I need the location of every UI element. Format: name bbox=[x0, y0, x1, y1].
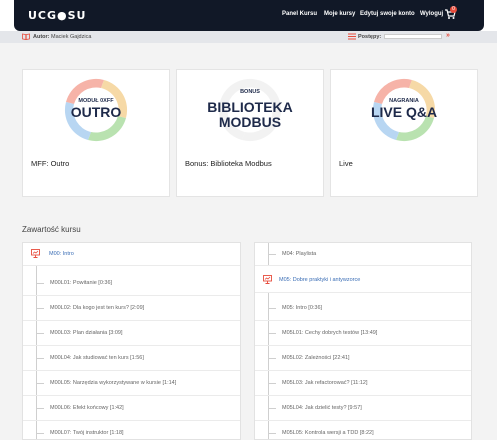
lesson-title[interactable]: M05: Intro [0:36] bbox=[282, 305, 322, 311]
progress-list-icon bbox=[348, 33, 356, 40]
tree-tick bbox=[268, 383, 276, 384]
tree-tick bbox=[268, 358, 276, 359]
lesson-title[interactable]: M00L05: Narzędzia wykorzystywane w kursi… bbox=[50, 380, 176, 386]
lesson-title[interactable]: M00L02: Dla kogo jest ten kurs? [2:09] bbox=[50, 305, 144, 311]
author-line: Autor: Maciek Gajdzica bbox=[33, 34, 91, 40]
right-module-panel: M04: Playlista M05: Dobre praktyki i ant… bbox=[254, 242, 472, 440]
bonus-thumbnail: BONUS BIBLIOTEKA MODBUS bbox=[207, 78, 293, 142]
lesson-row[interactable]: M05L01: Cechy dobrych testów [13:49] bbox=[255, 321, 471, 346]
lesson-title[interactable]: M00L04: Jak studiować ten kurs [1:56] bbox=[50, 355, 144, 361]
module-row[interactable]: M00: Intro bbox=[23, 243, 240, 266]
outro-thumbnail: MODUŁ 0XFF OUTRO bbox=[64, 78, 128, 142]
author-label: Autor: bbox=[33, 34, 50, 40]
lesson-row[interactable]: M00L06: Efekt końcowy [1:42] bbox=[23, 396, 240, 421]
lesson-title[interactable]: M05L03: Jak refactorować? [11:12] bbox=[282, 380, 368, 386]
tree-tick bbox=[36, 333, 44, 334]
card-big-text-2: MODBUS bbox=[219, 114, 281, 130]
module-title[interactable]: M05: Dobre praktyki i antywzorce bbox=[279, 277, 360, 283]
nav-wyloguj[interactable]: Wyloguj bbox=[420, 11, 443, 17]
lesson-title[interactable]: M00L01: Powitanie [0:36] bbox=[50, 280, 112, 286]
tree-tick bbox=[36, 383, 44, 384]
module-row[interactable]: M05: Dobre praktyki i antywzorce bbox=[255, 266, 471, 293]
presentation-icon bbox=[263, 275, 272, 284]
lesson-title[interactable]: M00L06: Efekt końcowy [1:42] bbox=[50, 405, 124, 411]
section-title: Zawartość kursu bbox=[22, 225, 81, 234]
lesson-row[interactable]: M00L05: Narzędzia wykorzystywane w kursi… bbox=[23, 371, 240, 396]
lesson-row[interactable]: M05L05: Kontrola wersji a TDD [8:22] bbox=[255, 421, 471, 439]
course-card-bonus[interactable]: BONUS BIBLIOTEKA MODBUS Bonus: Bibliotek… bbox=[176, 69, 324, 197]
card-title[interactable]: MFF: Outro bbox=[31, 159, 69, 168]
course-card-outro[interactable]: MODUŁ 0XFF OUTRO MFF: Outro bbox=[22, 69, 170, 197]
cart-count-badge: 0 bbox=[450, 6, 457, 13]
card-title[interactable]: Live bbox=[339, 159, 353, 168]
lesson-row[interactable]: M05L03: Jak refactorować? [11:12] bbox=[255, 371, 471, 396]
course-card-live[interactable]: NAGRANIA LIVE Q&A Live bbox=[330, 69, 478, 197]
author-name: Maciek Gajdzica bbox=[51, 34, 92, 40]
tree-tick bbox=[36, 408, 44, 409]
lesson-title[interactable]: M05L01: Cechy dobrych testów [13:49] bbox=[282, 330, 377, 336]
card-big-text: OUTRO bbox=[71, 104, 122, 120]
presentation-icon bbox=[31, 249, 40, 258]
site-logo[interactable]: UCG●SU bbox=[28, 9, 87, 22]
lesson-row[interactable]: M00L04: Jak studiować ten kurs [1:56] bbox=[23, 346, 240, 371]
lesson-title[interactable]: M04: Playlista bbox=[282, 251, 316, 257]
progress-bar bbox=[384, 34, 442, 39]
tree-tick bbox=[36, 433, 44, 434]
tree-tick bbox=[36, 308, 44, 309]
lesson-title[interactable]: M05L04: Jak dzielić testy? [9:57] bbox=[282, 405, 362, 411]
card-big-text-1: BIBLIOTEKA bbox=[207, 99, 293, 115]
tree-tick bbox=[268, 254, 276, 255]
tree-tick bbox=[36, 358, 44, 359]
lesson-row[interactable]: M00L03: Plan działania [3:09] bbox=[23, 321, 240, 346]
lesson-row[interactable]: M05: Intro [0:36] bbox=[255, 296, 471, 321]
lesson-title[interactable]: M00L07: Twój instruktor [1:18] bbox=[50, 430, 124, 436]
tree-tick bbox=[268, 433, 276, 434]
lesson-title[interactable]: M05L02: Zależności [22:41] bbox=[282, 355, 350, 361]
progress-arrow-icon[interactable]: » bbox=[446, 32, 450, 39]
tree-tick bbox=[36, 283, 44, 284]
lesson-row[interactable]: M04: Playlista bbox=[255, 243, 471, 266]
nav-moje-kursy[interactable]: Moje kursy bbox=[324, 11, 355, 17]
nav-edytuj-konto[interactable]: Edytuj swoje konto bbox=[360, 11, 415, 17]
lesson-row[interactable]: M00L01: Powitanie [0:36] bbox=[23, 271, 240, 296]
lesson-row[interactable]: M00L07: Twój instruktor [1:18] bbox=[23, 421, 240, 439]
lesson-row[interactable]: M05L04: Jak dzielić testy? [9:57] bbox=[255, 396, 471, 421]
progress-label: Postępy: bbox=[358, 34, 382, 40]
left-module-panel: M00: Intro M00L01: Powitanie [0:36] M00L0… bbox=[22, 242, 241, 440]
lesson-title[interactable]: M00L03: Plan działania [3:09] bbox=[50, 330, 122, 336]
book-icon bbox=[22, 33, 30, 40]
module-title[interactable]: M00: Intro bbox=[49, 251, 74, 257]
lesson-row[interactable]: M05L02: Zależności [22:41] bbox=[255, 346, 471, 371]
tree-tick bbox=[268, 308, 276, 309]
card-kicker: BONUS bbox=[240, 89, 260, 95]
tree-tick bbox=[268, 333, 276, 334]
tree-tick bbox=[268, 408, 276, 409]
live-thumbnail: NAGRANIA LIVE Q&A bbox=[371, 78, 437, 142]
card-title[interactable]: Bonus: Biblioteka Modbus bbox=[185, 159, 272, 168]
lesson-row[interactable]: M00L02: Dla kogo jest ten kurs? [2:09] bbox=[23, 296, 240, 321]
lesson-title[interactable]: M05L05: Kontrola wersji a TDD [8:22] bbox=[282, 430, 374, 436]
card-big-text: LIVE Q&A bbox=[371, 104, 437, 120]
nav-panel-kursu[interactable]: Panel Kursu bbox=[282, 11, 317, 17]
